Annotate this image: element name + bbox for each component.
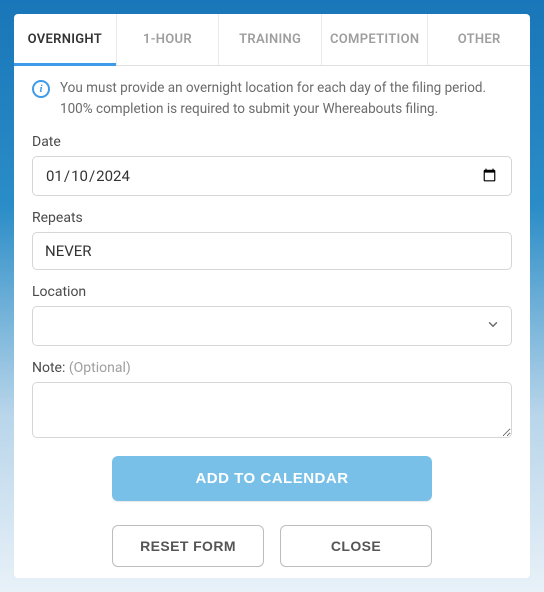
reset-form-button[interactable]: RESET FORM bbox=[112, 525, 264, 567]
note-field-group: Note: (Optional) bbox=[32, 360, 512, 442]
location-label: Location bbox=[32, 284, 512, 300]
date-field-group: Date bbox=[32, 134, 512, 196]
tab-1hour[interactable]: 1-HOUR bbox=[117, 14, 220, 65]
tabs: OVERNIGHT 1-HOUR TRAINING COMPETITION OT… bbox=[14, 14, 530, 66]
info-text: You must provide an overnight location f… bbox=[60, 78, 512, 120]
tab-overnight[interactable]: OVERNIGHT bbox=[14, 14, 117, 65]
tab-other[interactable]: OTHER bbox=[428, 14, 530, 65]
info-banner: i You must provide an overnight location… bbox=[32, 78, 512, 120]
repeats-label: Repeats bbox=[32, 210, 512, 226]
close-button[interactable]: CLOSE bbox=[280, 525, 432, 567]
repeats-field-group: Repeats bbox=[32, 210, 512, 270]
tab-competition[interactable]: COMPETITION bbox=[322, 14, 428, 65]
whereabouts-card: OVERNIGHT 1-HOUR TRAINING COMPETITION OT… bbox=[14, 14, 530, 578]
location-field-group: Location bbox=[32, 284, 512, 346]
date-input[interactable] bbox=[32, 156, 512, 196]
note-textarea[interactable] bbox=[32, 382, 512, 438]
date-label: Date bbox=[32, 134, 512, 150]
info-icon: i bbox=[32, 80, 50, 98]
location-select[interactable] bbox=[32, 306, 512, 346]
add-to-calendar-button[interactable]: ADD TO CALENDAR bbox=[112, 456, 432, 501]
repeats-input[interactable] bbox=[32, 232, 512, 270]
secondary-buttons: RESET FORM CLOSE bbox=[32, 525, 512, 567]
tab-training[interactable]: TRAINING bbox=[219, 14, 322, 65]
note-label: Note: (Optional) bbox=[32, 360, 512, 376]
form-content: i You must provide an overnight location… bbox=[14, 66, 530, 578]
